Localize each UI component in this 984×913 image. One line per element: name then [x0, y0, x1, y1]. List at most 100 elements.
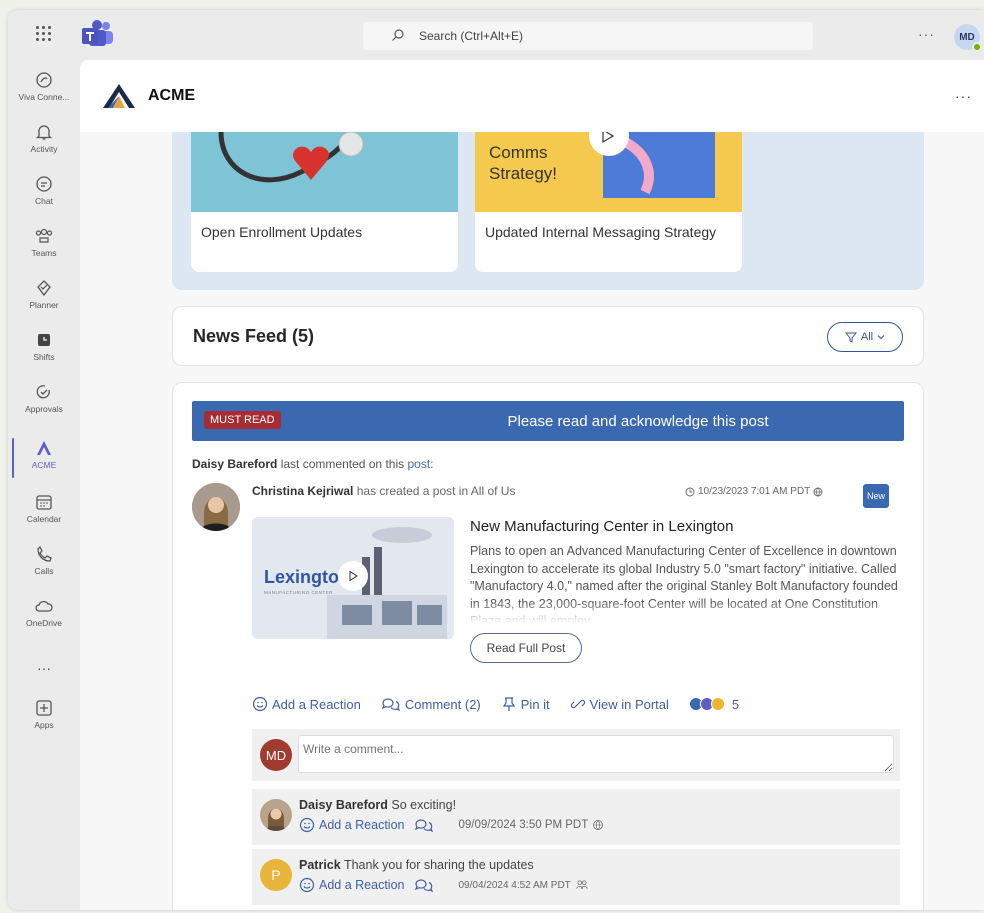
- chevron-down-icon: [877, 335, 885, 340]
- rail-item-acme[interactable]: ACME: [8, 432, 80, 484]
- search-bar[interactable]: Search (Ctrl+Alt+E): [363, 22, 813, 50]
- more-options-icon[interactable]: ···: [918, 26, 935, 42]
- chat-icon: [36, 176, 52, 192]
- search-placeholder: Search (Ctrl+Alt+E): [419, 29, 524, 43]
- shifts-icon: [38, 334, 50, 346]
- author-photo: [192, 483, 240, 531]
- rail-label: Activity: [30, 144, 58, 154]
- people-icon: [576, 880, 588, 889]
- author-avatar[interactable]: [192, 483, 240, 531]
- rail-label: Teams: [31, 248, 57, 258]
- read-full-post-button[interactable]: Read Full Post: [470, 633, 582, 663]
- author-action: has created a post in All of Us: [356, 484, 516, 498]
- post-link[interactable]: post:: [407, 457, 433, 471]
- rail-item-apps[interactable]: Apps: [8, 692, 80, 744]
- thumb-subtext: MANUFACTURING CENTER: [264, 590, 334, 595]
- teams-window: Search (Ctrl+Alt+E) ··· MD Viva Conne...…: [8, 10, 984, 910]
- post-body: Plans to open an Advanced Manufacturing …: [470, 543, 900, 623]
- rail-item-activity[interactable]: Activity: [8, 116, 80, 168]
- rail-label: OneDrive: [26, 618, 62, 628]
- current-user-avatar: MD: [260, 739, 292, 771]
- post-date: 10/23/2023 7:01 AM PDT: [685, 486, 823, 497]
- must-read-banner[interactable]: MUST READ Please read and acknowledge th…: [192, 401, 904, 441]
- reply-icon[interactable]: [414, 817, 434, 833]
- rail-label: Planner: [29, 300, 59, 310]
- play-icon: [349, 570, 359, 582]
- teams-icon: [35, 228, 53, 243]
- commenter-avatar[interactable]: [260, 799, 292, 831]
- last-commenter-name: Daisy Bareford: [192, 457, 278, 471]
- globe-icon: [813, 487, 823, 496]
- post-actions: Add a Reaction Comment (2) Pin it View i…: [252, 694, 739, 714]
- rail-item-planner[interactable]: Planner: [8, 272, 80, 324]
- commenter-avatar[interactable]: P: [260, 859, 292, 891]
- comment-add-reaction[interactable]: Add a Reaction: [319, 878, 404, 892]
- add-reaction-button[interactable]: Add a Reaction: [252, 696, 361, 712]
- featured-card[interactable]: Comms Strategy! Updated Internal Messagi…: [475, 132, 742, 272]
- acme-logo-icon: [103, 84, 135, 108]
- rail-item-onedrive[interactable]: OneDrive: [8, 590, 80, 642]
- rail-label: Approvals: [25, 404, 63, 414]
- featured-card-title: Open Enrollment Updates: [201, 224, 363, 240]
- smiley-icon: [299, 877, 315, 893]
- viva-connections-icon: [36, 72, 52, 88]
- rail-item-teams[interactable]: Teams: [8, 220, 80, 272]
- globe-icon: [593, 820, 604, 830]
- rail-item-shifts[interactable]: Shifts: [8, 324, 80, 376]
- reaction-summary[interactable]: 5: [688, 697, 739, 712]
- rail-item-calendar[interactable]: Calendar: [8, 486, 80, 538]
- cloud-icon: [35, 600, 53, 612]
- main-area: ACME ··· Open Enrollment Updates Comms S…: [80, 60, 984, 910]
- comment-item: P Patrick Thank you for sharing the upda…: [252, 849, 900, 905]
- rail-item-viva-connections[interactable]: Viva Conne...: [8, 64, 80, 116]
- commenter-name[interactable]: Patrick: [299, 858, 341, 872]
- clap-reaction-icon: [710, 697, 725, 711]
- news-feed-title: News Feed (5): [193, 326, 315, 346]
- comment-button[interactable]: Comment (2): [381, 696, 481, 712]
- comment-meta: Add a Reaction 09/04/2024 4:52 AM PDT: [299, 877, 589, 893]
- app-launcher-icon[interactable]: [36, 26, 52, 42]
- comment-input[interactable]: [298, 735, 894, 773]
- comment-label: Comment (2): [404, 696, 481, 712]
- app-more-icon[interactable]: ···: [955, 88, 972, 104]
- reply-icon[interactable]: [414, 877, 434, 893]
- rail-item-approvals[interactable]: Approvals: [8, 376, 80, 428]
- smiley-icon: [252, 696, 268, 712]
- commenter-name[interactable]: Daisy Bareford: [299, 798, 388, 812]
- rail-label: Apps: [34, 720, 54, 730]
- app-header: ACME ···: [80, 60, 984, 132]
- author-name[interactable]: Christina Kejriwal: [252, 484, 353, 498]
- approvals-icon: [36, 385, 50, 399]
- rail-label: Shifts: [33, 352, 55, 362]
- calendar-icon: [36, 495, 52, 510]
- view-in-portal-button[interactable]: View in Portal: [570, 696, 669, 712]
- top-bar: Search (Ctrl+Alt+E) ··· MD: [8, 10, 984, 60]
- app-title: ACME: [148, 87, 196, 104]
- comment-add-reaction[interactable]: Add a Reaction: [319, 818, 404, 832]
- comment-meta: Add a Reaction 09/09/2024 3:50 PM PDT: [299, 817, 604, 833]
- post-title[interactable]: New Manufacturing Center in Lexington: [470, 518, 733, 535]
- news-post: MUST READ Please read and acknowledge th…: [172, 382, 924, 910]
- new-badge: New: [863, 484, 889, 508]
- user-avatar[interactable]: MD: [954, 24, 982, 52]
- pin-icon: [502, 697, 515, 711]
- rail-item-chat[interactable]: Chat: [8, 168, 80, 220]
- pin-button[interactable]: Pin it: [501, 696, 550, 712]
- stethoscope-heart-image: [191, 132, 458, 212]
- rail-label: Calls: [34, 566, 54, 576]
- post-thumbnail[interactable]: Lexington MANUFACTURING CENTER: [252, 517, 454, 639]
- view-in-portal-label: View in Portal: [589, 696, 669, 712]
- filter-dropdown[interactable]: All: [827, 322, 903, 352]
- comment-icon: [381, 698, 401, 712]
- featured-card[interactable]: Open Enrollment Updates: [191, 132, 458, 272]
- page-content: Open Enrollment Updates Comms Strategy! …: [80, 132, 984, 910]
- commenter-photo: [260, 799, 292, 831]
- featured-strip: Open Enrollment Updates Comms Strategy! …: [172, 132, 924, 290]
- user-initials: MD: [959, 31, 975, 43]
- comment-date: 09/09/2024 3:50 PM PDT: [458, 819, 589, 831]
- rail-item-calls[interactable]: Calls: [8, 538, 80, 590]
- rail-label: Viva Conne...: [18, 92, 70, 102]
- comment-text-line: Patrick Thank you for sharing the update…: [299, 858, 534, 872]
- news-feed-header: News Feed (5) All: [172, 306, 924, 366]
- play-button[interactable]: [338, 561, 368, 591]
